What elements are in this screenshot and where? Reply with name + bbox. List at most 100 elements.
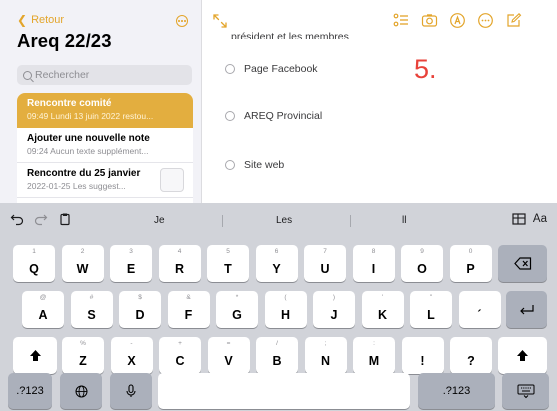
notes-list: Rencontre comité 09:49 Lundi 13 juin 202… [17, 93, 193, 203]
key-b[interactable]: / B [256, 337, 298, 374]
key-label: M [368, 354, 380, 368]
key-?[interactable]: ? [450, 337, 492, 374]
suggestion-word[interactable]: Je [154, 215, 165, 226]
search-bar[interactable] [17, 65, 192, 85]
return-key[interactable] [506, 291, 547, 328]
key-![interactable]: ! [401, 337, 444, 374]
numbers-key-left[interactable]: .?123 [8, 373, 52, 409]
key-r[interactable]: 4R [158, 245, 201, 282]
more-icon[interactable] [477, 12, 494, 29]
key-s[interactable]: # S [70, 291, 113, 328]
key-c[interactable]: + C [159, 337, 201, 374]
key-g[interactable]: * G [216, 291, 258, 328]
note-item[interactable]: Rencontre du 25 janvier 2022-01-25 Les s… [17, 163, 193, 198]
checkbox-circle[interactable] [225, 160, 235, 170]
key-hint-label: / [276, 340, 278, 347]
key-hint-label: @ [39, 294, 47, 301]
checkbox-circle[interactable] [225, 64, 235, 74]
key-o[interactable]: 9O [401, 245, 443, 282]
text-format-button[interactable]: Aa [533, 213, 547, 225]
space-bar[interactable] [158, 373, 410, 409]
microphone-icon [110, 373, 152, 409]
key-hint-label: " [429, 294, 433, 301]
key-label: N [320, 354, 331, 368]
checkbox-circle[interactable] [225, 111, 235, 121]
note-editor[interactable]: président et les membres Page Facebook A… [203, 0, 557, 203]
key-m[interactable]: :M [353, 337, 395, 374]
key-hint-label: ; [324, 340, 327, 347]
key-label: ? [467, 354, 475, 368]
checklist-item[interactable]: Page Facebook [225, 63, 318, 75]
suggestion-word[interactable]: ll [402, 215, 406, 226]
note-item[interactable]: Ajouter une nouvelle note 09:24 Aucun te… [17, 128, 193, 163]
search-input[interactable] [35, 69, 185, 81]
key-h[interactable]: (H [264, 291, 307, 328]
key-d[interactable]: $ D [119, 291, 161, 328]
folder-title: Areq 22/23 [17, 30, 112, 51]
key-f[interactable]: & F [167, 291, 210, 328]
suggestion-word[interactable]: Les [276, 215, 292, 226]
key-label: A [38, 308, 48, 322]
shift-key-right[interactable] [498, 337, 547, 374]
back-button[interactable]: ❮ Retour [17, 14, 64, 26]
redo-icon[interactable] [34, 212, 48, 226]
key-hint-label: 1 [32, 248, 36, 255]
more-options-icon[interactable] [176, 15, 188, 27]
expand-icon[interactable] [213, 14, 227, 28]
undo-icon[interactable] [10, 212, 24, 226]
key-label: G [232, 308, 242, 322]
key-v[interactable]: = V [207, 337, 250, 374]
key-q[interactable]: 1Q [13, 245, 55, 282]
key-label: W [76, 262, 89, 276]
key-z[interactable]: % Z [62, 337, 104, 374]
key-hint-label: $ [138, 294, 142, 301]
checklist-icon[interactable] [393, 12, 410, 29]
search-icon [23, 70, 32, 80]
microphone-key[interactable] [110, 373, 152, 409]
key-l[interactable]: " L [410, 291, 452, 328]
key-hint-label: = [226, 340, 231, 347]
numbers-key-right[interactable]: .?123 [418, 373, 495, 409]
key-y[interactable]: 6Y [255, 245, 298, 282]
backspace-key[interactable] [498, 245, 547, 282]
key-a[interactable]: @ A [22, 291, 64, 328]
key-hint-label: ( [284, 294, 287, 301]
markup-pen-icon[interactable] [449, 12, 466, 29]
onscreen-keyboard: Je Les ll Aa 1 Q 2 W 3 E 4 R 5 T 6 Y 7 U 8 I 9 O 0 P @ A # S $ D &… [0, 203, 557, 411]
key-p[interactable]: 0P [449, 245, 492, 282]
shift-key-left[interactable] [13, 337, 57, 374]
key-i[interactable]: 8I [352, 245, 395, 282]
note-subtitle: 09:49 Lundi 13 juin 2022 restou... [27, 111, 154, 121]
key-e[interactable]: 3E [110, 245, 152, 282]
compose-icon[interactable] [505, 12, 522, 29]
note-subtitle: 09:24 Aucun texte supplément... [27, 146, 149, 156]
key-x[interactable]: -X [110, 337, 153, 374]
note-item-selected[interactable]: Rencontre comité 09:49 Lundi 13 juin 202… [17, 93, 193, 128]
handwritten-number: 5. [414, 54, 437, 84]
globe-key[interactable] [60, 373, 102, 409]
shift-right-icon [498, 337, 547, 374]
key-hint-label: % [80, 340, 86, 347]
checklist-item[interactable]: Site web [225, 159, 284, 171]
globe-icon [60, 373, 102, 409]
key-j[interactable]: ) J [313, 291, 355, 328]
suggestion-divider [350, 215, 351, 227]
key-w[interactable]: 2W [61, 245, 104, 282]
key-hint-label: ) [332, 294, 336, 301]
checklist-item[interactable]: AREQ Provincial [225, 110, 322, 122]
key-label: U [320, 262, 330, 276]
camera-icon[interactable] [421, 12, 438, 29]
checklist-item-label: Page Facebook [244, 63, 318, 75]
table-icon[interactable] [512, 212, 526, 226]
key-t[interactable]: 5T [207, 245, 249, 282]
paste-clipboard-icon[interactable] [58, 212, 72, 226]
key-hint-label: 0 [468, 248, 473, 255]
key-label: Y [272, 262, 281, 276]
notes-sidebar: ❮ Retour Areq 22/23 Rencontre comité 09:… [0, 0, 202, 203]
key-k[interactable]: ' K [361, 291, 404, 328]
hide-keyboard-key[interactable] [502, 373, 549, 409]
key-n[interactable]: ; N [304, 337, 347, 374]
key-hint-label: 4 [177, 248, 182, 255]
key-u[interactable]: 7U [304, 245, 346, 282]
key-´[interactable]: ´ [458, 291, 501, 328]
